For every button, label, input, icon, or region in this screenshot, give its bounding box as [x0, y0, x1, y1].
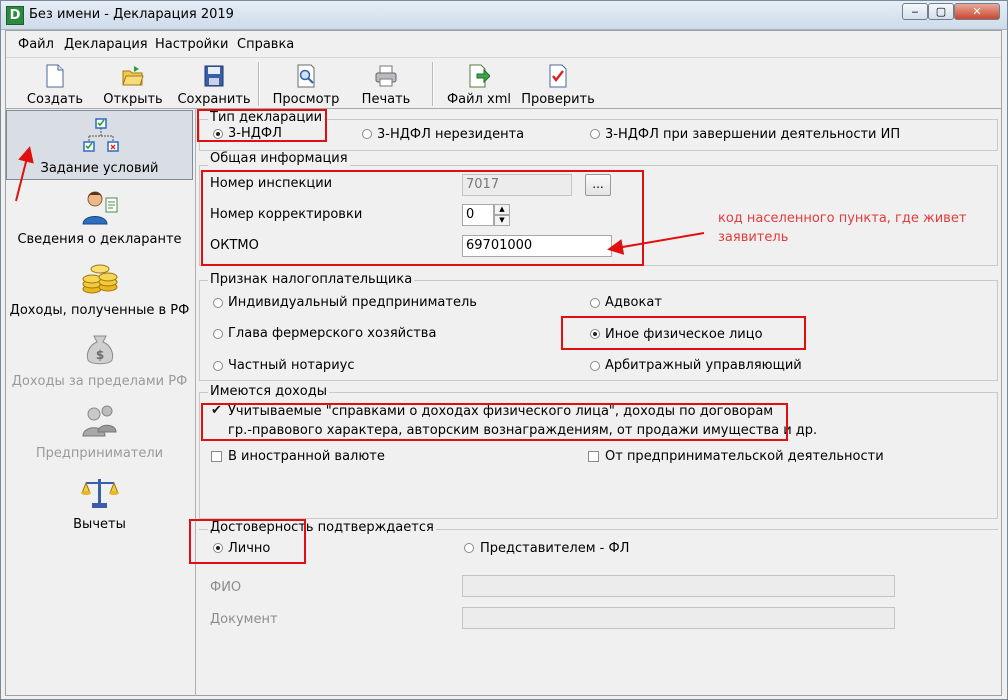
annotation-arrows: [15, 146, 705, 255]
arrow-to-conditions-icon: [15, 146, 34, 202]
arrow-to-oktmo-icon: [607, 232, 705, 255]
